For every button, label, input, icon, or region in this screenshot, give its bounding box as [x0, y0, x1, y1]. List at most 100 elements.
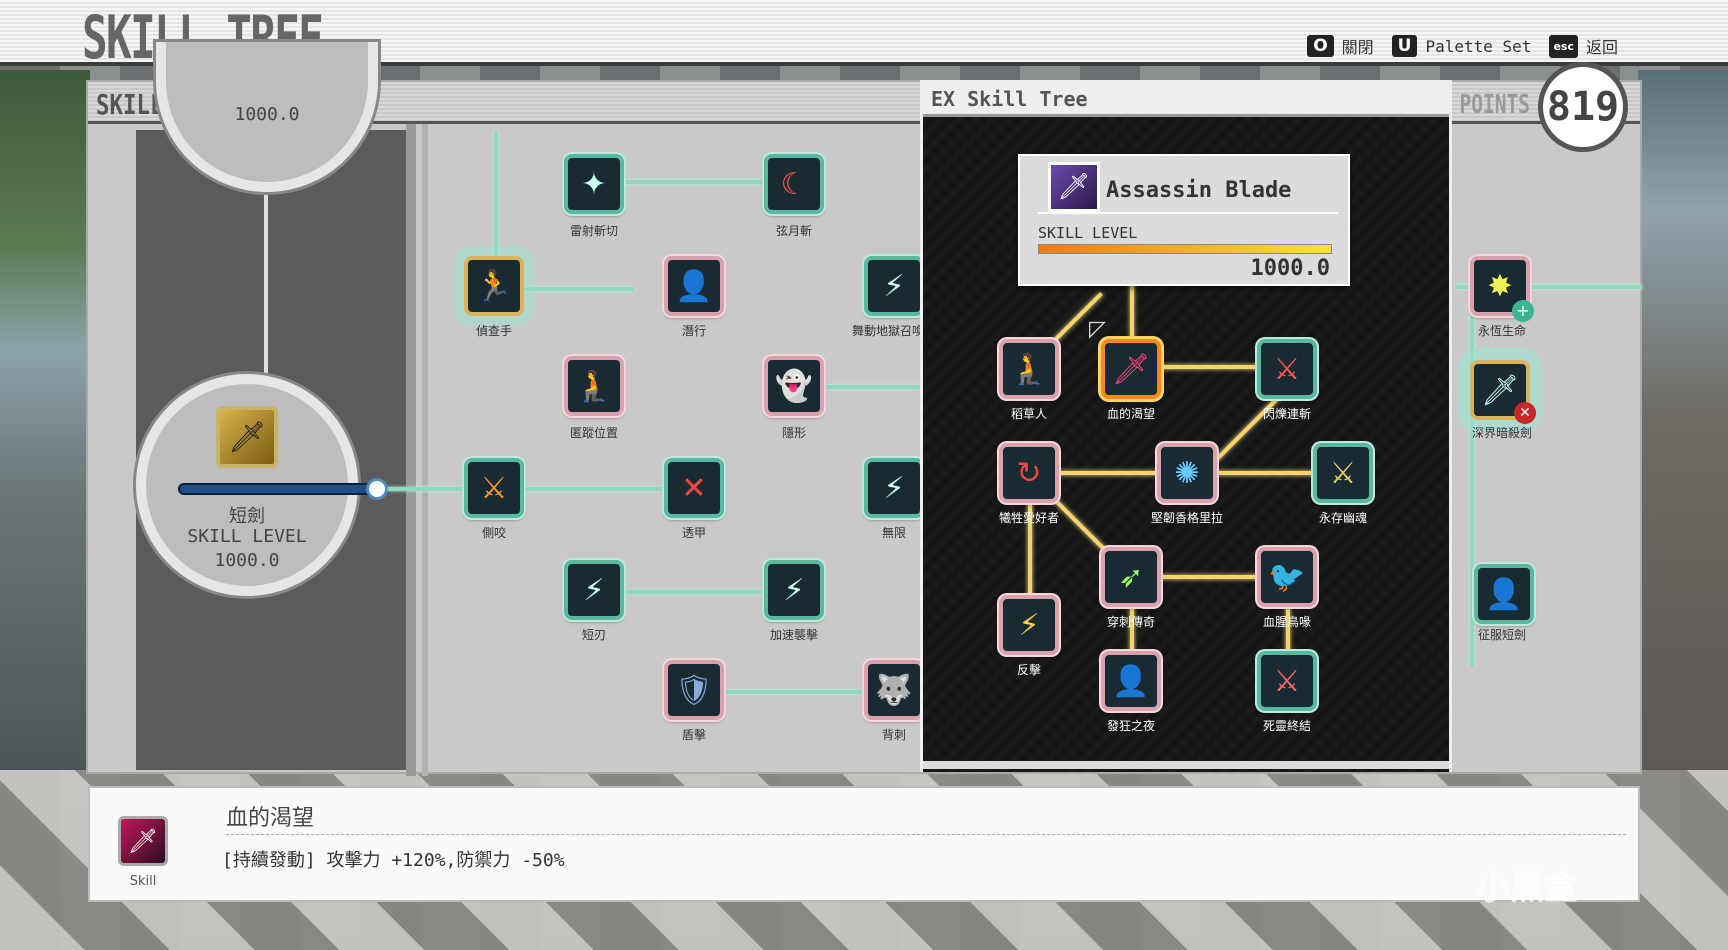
key-esc[interactable]: esc: [1549, 34, 1578, 58]
skill-node-laser-slash[interactable]: ✦: [564, 154, 624, 214]
crescent-icon: ☾: [780, 166, 808, 202]
pierce-icon: ✕: [681, 470, 707, 506]
ex-node-tough-shangrila[interactable]: ✺: [1157, 443, 1217, 503]
background-scenery-right: [1638, 70, 1728, 770]
dagger-icon: 🗡: [216, 406, 278, 468]
skill-label: 隱形: [781, 426, 806, 440]
cursor-icon: ◸: [1089, 317, 1106, 342]
skill-node-short-blade[interactable]: ⚡: [564, 560, 624, 620]
blade-icon: ⚡: [883, 470, 905, 506]
crouch-icon: 🧎: [575, 368, 613, 404]
blade-icon: ⚡: [583, 572, 605, 608]
bird-icon: 🐦: [1268, 559, 1306, 595]
skill-tooltip: 🗡 Assassin Blade SKILL LEVEL 1000.0: [1018, 154, 1350, 286]
skill-label: 短刃: [581, 628, 606, 642]
skill-label: 側咬: [481, 526, 506, 540]
skill-points-counter: 819: [1538, 62, 1628, 152]
ex-node-sacrifice-lover[interactable]: ↻: [999, 443, 1059, 503]
skill-label: 反擊: [1016, 663, 1041, 677]
skill-level-bar: [178, 483, 378, 495]
skill-node-backstab[interactable]: 🐺: [864, 660, 924, 720]
ex-node-death-end[interactable]: ⚔: [1257, 651, 1317, 711]
figure-icon: 🧎: [1010, 351, 1048, 387]
skill-label: 永存幽魂: [1318, 511, 1367, 525]
skill-label: 深界暗殺劍: [1471, 426, 1532, 440]
background-scenery-left: [0, 70, 90, 770]
ex-node-eternal-phantom[interactable]: ⚔: [1313, 443, 1373, 503]
close-hint[interactable]: 關閉: [1342, 34, 1374, 58]
skill-node-conquer-dagger[interactable]: 👤: [1474, 564, 1534, 624]
plus-icon[interactable]: +: [1512, 300, 1534, 322]
skill-label: 犧牲愛好者: [998, 511, 1059, 525]
ex-node-bloodlust[interactable]: 🗡: [1101, 339, 1161, 399]
skill-node-stealth[interactable]: 👤: [664, 256, 724, 316]
blood-icon: 🗡: [1111, 351, 1151, 387]
skill-node-crescent-slash[interactable]: ☾: [764, 154, 824, 214]
skill-label: 匿蹤位置: [569, 426, 618, 440]
sword-icon: ⚔: [1329, 455, 1357, 491]
sword-icon: ⚔: [480, 470, 508, 506]
skill-node-side-bite[interactable]: ⚔: [464, 458, 524, 518]
palette-set-hint[interactable]: Palette Set: [1425, 37, 1531, 56]
info-divider: [226, 834, 1626, 835]
column-divider-2: [422, 124, 428, 776]
ex-node-pierce-legend[interactable]: ➶: [1101, 547, 1161, 607]
back-hint[interactable]: 返回: [1586, 34, 1618, 58]
skill-node-hell-dancer[interactable]: ⚡: [864, 256, 924, 316]
skill-label: 血的渴望: [1106, 407, 1155, 421]
info-skill-name: 血的渴望: [226, 806, 315, 831]
skill-level-knob[interactable]: [366, 478, 388, 500]
sword-icon: ⚔: [1273, 663, 1301, 699]
tooltip-level-bar: [1038, 244, 1332, 254]
ghost-icon: 👻: [775, 368, 813, 404]
key-o[interactable]: O: [1307, 35, 1334, 57]
tooltip-skill-level-label: SKILL LEVEL: [1038, 224, 1138, 242]
skill-label: 發狂之夜: [1106, 719, 1155, 733]
points-label: POINTS: [1459, 90, 1530, 120]
skill-type-label: Skill: [129, 874, 157, 889]
skill-label: 堅韌香格里拉: [1150, 511, 1223, 525]
ex-node-frenzy-night[interactable]: 👤: [1101, 651, 1161, 711]
shadow-icon: 👤: [1112, 663, 1150, 699]
cycle-icon: ↻: [1016, 455, 1042, 491]
skill-node-hidden-position[interactable]: 🧎: [564, 356, 624, 416]
ex-node-counter[interactable]: ⚡: [999, 595, 1059, 655]
skill-info-panel: 🗡 Skill 血的渴望 [持續發動] 攻擊力 +120%,防禦力 -50%: [88, 786, 1640, 902]
skill-label: 閃爍連斬: [1262, 407, 1311, 421]
skill-node-haste-strike[interactable]: ⚡: [764, 560, 824, 620]
tooltip-skill-name: Assassin Blade: [1106, 178, 1292, 203]
ex-node-bloody-beak[interactable]: 🐦: [1257, 547, 1317, 607]
key-u[interactable]: U: [1391, 35, 1418, 57]
skill-label: 加速襲擊: [769, 628, 818, 642]
strike-icon: ⚡: [1018, 607, 1040, 643]
shield-icon: 🛡: [674, 672, 714, 708]
ex-node-scarecrow[interactable]: 🧎: [999, 339, 1059, 399]
info-skill-description: [持續發動] 攻擊力 +120%,防禦力 -50%: [222, 850, 565, 871]
ex-tree-footer: [923, 761, 1449, 769]
skill-node-invisibility[interactable]: 👻: [764, 356, 824, 416]
assassin-icon: 🗡: [1048, 162, 1100, 212]
ex-tree-title: EX Skill Tree: [931, 87, 1088, 111]
skill-level-label: SKILL LEVEL: [187, 526, 307, 547]
ex-node-flash-combo[interactable]: ⚔: [1257, 339, 1317, 399]
blade-icon: ⚡: [783, 572, 805, 608]
skill-label: 盾擊: [681, 728, 706, 742]
skill-node-shield-bash[interactable]: 🛡: [664, 660, 724, 720]
skill-label: 穿刺傳奇: [1106, 615, 1155, 629]
skill-label: 征服短劍: [1477, 628, 1526, 642]
skill-label: 永恆生命: [1477, 324, 1526, 338]
ex-tree-header: EX Skill Tree: [923, 83, 1449, 117]
watermark-logo: 小黑盒: [1476, 868, 1578, 908]
skill-node-scout[interactable]: 🏃: [464, 256, 524, 316]
skill-node-armor-pierce[interactable]: ✕: [664, 458, 724, 518]
control-hints: O 關閉 U Palette Set esc 返回: [1307, 34, 1628, 58]
tooltip-level-fill: [1039, 245, 1331, 253]
lightning-icon: ⚡: [883, 268, 905, 304]
weapon-level-value: 1000.0: [214, 550, 280, 571]
remove-icon[interactable]: ✕: [1514, 402, 1536, 424]
skill-label: 雷射斬切: [569, 224, 618, 238]
pierce-icon: ➶: [1118, 559, 1144, 595]
skill-node-infinity[interactable]: ⚡: [864, 458, 924, 518]
upper-level-value: 1000.0: [234, 104, 300, 125]
beast-icon: 🐺: [875, 672, 913, 708]
